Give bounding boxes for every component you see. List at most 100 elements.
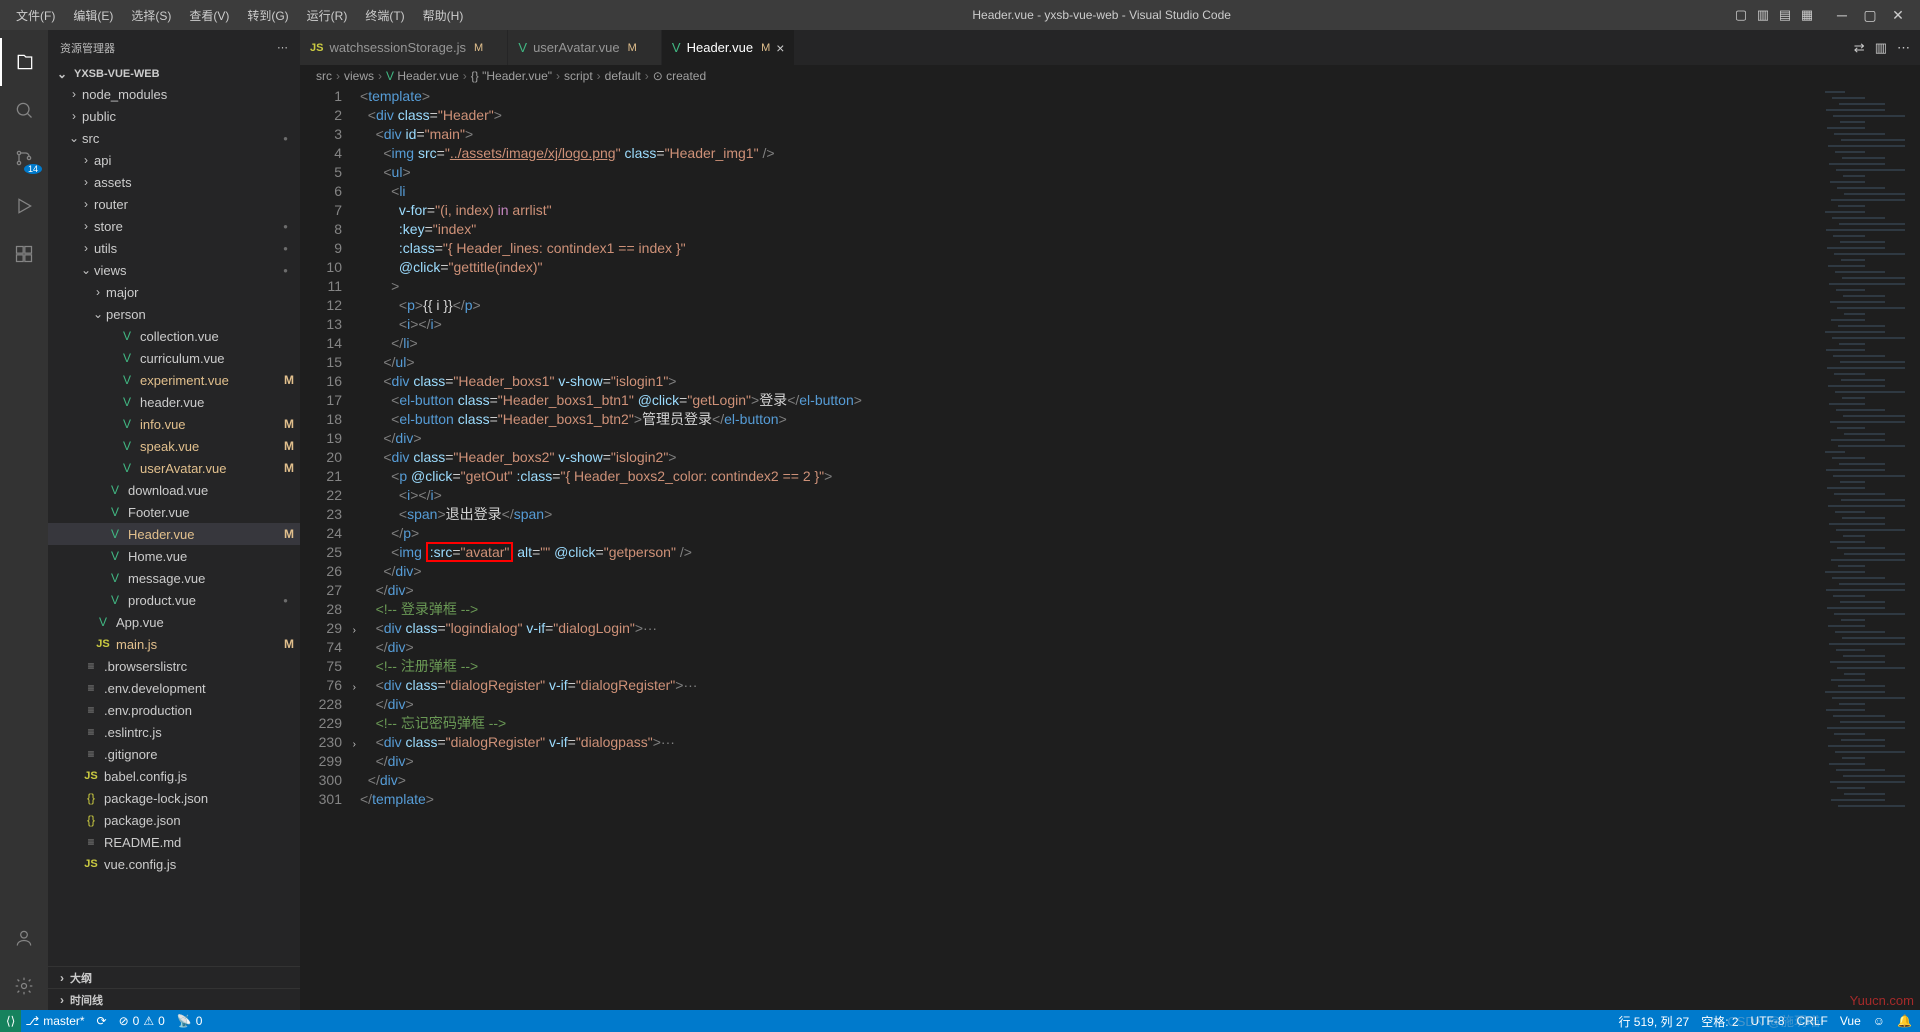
- file-item[interactable]: ≡.eslintrc.js: [48, 721, 300, 743]
- breadcrumb-item[interactable]: default: [605, 69, 641, 83]
- encoding[interactable]: UTF-8: [1751, 1014, 1785, 1028]
- file-item[interactable]: {}package-lock.json: [48, 787, 300, 809]
- breadcrumb-item[interactable]: script: [564, 69, 593, 83]
- cursor-position[interactable]: 行 519, 列 27: [1618, 1013, 1689, 1030]
- remote-indicator[interactable]: ⟨⟩: [0, 1010, 21, 1032]
- tree-label: experiment.vue: [140, 373, 292, 388]
- file-tree[interactable]: ›node_modules›public⌄src●›api›assets›rou…: [48, 83, 300, 966]
- file-item[interactable]: ≡.env.production: [48, 699, 300, 721]
- file-item[interactable]: JSmain.jsM: [48, 633, 300, 655]
- minimap[interactable]: [1820, 87, 1920, 1010]
- run-debug-icon[interactable]: [0, 182, 48, 230]
- menu-run[interactable]: 运行(R): [299, 3, 356, 28]
- folder-item[interactable]: ›assets: [48, 171, 300, 193]
- explorer-icon[interactable]: [0, 38, 48, 86]
- file-item[interactable]: VApp.vue: [48, 611, 300, 633]
- git-branch[interactable]: ⎇ master*: [25, 1014, 84, 1028]
- settings-icon[interactable]: [0, 962, 48, 1010]
- folder-item[interactable]: ›utils●: [48, 237, 300, 259]
- dirty-dot: ●: [283, 244, 288, 253]
- language-mode[interactable]: Vue: [1840, 1014, 1861, 1028]
- folder-item[interactable]: ⌄src●: [48, 127, 300, 149]
- menu-terminal[interactable]: 终端(T): [357, 3, 412, 28]
- fold-icon[interactable]: ›: [353, 621, 356, 640]
- tree-label: App.vue: [116, 615, 292, 630]
- fold-icon[interactable]: ›: [353, 678, 356, 697]
- folder-item[interactable]: ⌄person: [48, 303, 300, 325]
- split-editor-icon[interactable]: ▥: [1875, 40, 1887, 56]
- feedback-icon[interactable]: ☺: [1873, 1014, 1885, 1028]
- eol[interactable]: CRLF: [1797, 1014, 1828, 1028]
- project-root[interactable]: ⌄ YXSB-VUE-WEB: [48, 65, 300, 83]
- file-item[interactable]: VFooter.vue: [48, 501, 300, 523]
- file-item[interactable]: ≡.env.development: [48, 677, 300, 699]
- breadcrumb-item[interactable]: ⊙ created: [653, 69, 706, 83]
- tree-label: Header.vue: [128, 527, 292, 542]
- menu-view[interactable]: 查看(V): [181, 3, 237, 28]
- editor-tab[interactable]: JSwatchsessionStorage.jsM×: [300, 30, 508, 65]
- toggle-secondary-side-icon[interactable]: ▤: [1776, 6, 1794, 24]
- file-item[interactable]: VHome.vue: [48, 545, 300, 567]
- toggle-panel-icon[interactable]: ▥: [1754, 6, 1772, 24]
- editor-tab[interactable]: VHeader.vueM×: [662, 30, 796, 65]
- outline-panel[interactable]: › 大纲: [48, 966, 300, 988]
- breadcrumb-item[interactable]: src: [316, 69, 332, 83]
- folder-item[interactable]: ›router: [48, 193, 300, 215]
- compare-changes-icon[interactable]: ⇄: [1854, 40, 1865, 56]
- file-item[interactable]: JSvue.config.js: [48, 853, 300, 875]
- customize-layout-icon[interactable]: ▦: [1798, 6, 1816, 24]
- folder-item[interactable]: ›store●: [48, 215, 300, 237]
- file-item[interactable]: Vspeak.vueM: [48, 435, 300, 457]
- problems[interactable]: ⊘ 0 ⚠ 0: [119, 1014, 165, 1028]
- folder-item[interactable]: ›node_modules: [48, 83, 300, 105]
- sync-icon[interactable]: ⟳: [97, 1014, 107, 1028]
- menu-select[interactable]: 选择(S): [123, 3, 179, 28]
- more-actions-icon[interactable]: ⋯: [1897, 40, 1910, 56]
- menu-edit[interactable]: 编辑(E): [65, 3, 121, 28]
- file-item[interactable]: Vcollection.vue: [48, 325, 300, 347]
- close-icon[interactable]: ×: [776, 40, 784, 56]
- breadcrumb-item[interactable]: {} "Header.vue": [471, 69, 552, 83]
- timeline-panel[interactable]: › 时间线: [48, 988, 300, 1010]
- maximize-icon[interactable]: ▢: [1856, 3, 1884, 27]
- file-item[interactable]: Vcurriculum.vue: [48, 347, 300, 369]
- folder-item[interactable]: ›major: [48, 281, 300, 303]
- extensions-icon[interactable]: [0, 230, 48, 278]
- toggle-primary-side-icon[interactable]: ▢: [1732, 6, 1750, 24]
- breadcrumbs[interactable]: src›views›V Header.vue›{} "Header.vue"› …: [300, 65, 1920, 87]
- file-item[interactable]: Vheader.vue: [48, 391, 300, 413]
- folder-item[interactable]: ⌄views●: [48, 259, 300, 281]
- file-item[interactable]: ≡.gitignore: [48, 743, 300, 765]
- tree-label: speak.vue: [140, 439, 292, 454]
- menu-help[interactable]: 帮助(H): [415, 3, 472, 28]
- editor-tab[interactable]: VuserAvatar.vueM×: [508, 30, 662, 65]
- breadcrumb-item[interactable]: V Header.vue: [386, 69, 459, 83]
- code-view[interactable]: <template> <div class="Header"> <div id=…: [360, 87, 1820, 1010]
- file-item[interactable]: VHeader.vueM: [48, 523, 300, 545]
- file-item[interactable]: JSbabel.config.js: [48, 765, 300, 787]
- indentation[interactable]: 空格: 2: [1701, 1013, 1738, 1030]
- file-item[interactable]: ≡README.md: [48, 831, 300, 853]
- port-forward[interactable]: 📡 0: [177, 1014, 203, 1028]
- sidebar-more-icon[interactable]: ⋯: [277, 41, 288, 54]
- file-item[interactable]: Vexperiment.vueM: [48, 369, 300, 391]
- file-item[interactable]: Vproduct.vue●: [48, 589, 300, 611]
- file-item[interactable]: Vmessage.vue: [48, 567, 300, 589]
- menu-file[interactable]: 文件(F): [8, 3, 63, 28]
- folder-item[interactable]: ›api: [48, 149, 300, 171]
- minimize-icon[interactable]: ─: [1828, 3, 1856, 27]
- search-icon[interactable]: [0, 86, 48, 134]
- menu-go[interactable]: 转到(G): [239, 3, 296, 28]
- file-item[interactable]: Vinfo.vueM: [48, 413, 300, 435]
- close-icon[interactable]: ✕: [1884, 3, 1912, 27]
- file-item[interactable]: Vdownload.vue: [48, 479, 300, 501]
- file-item[interactable]: ≡.browserslistrc: [48, 655, 300, 677]
- breadcrumb-item[interactable]: views: [344, 69, 374, 83]
- notifications-icon[interactable]: 🔔: [1897, 1014, 1912, 1028]
- folder-item[interactable]: ›public: [48, 105, 300, 127]
- fold-icon[interactable]: ›: [353, 735, 356, 754]
- file-item[interactable]: {}package.json: [48, 809, 300, 831]
- accounts-icon[interactable]: [0, 914, 48, 962]
- source-control-icon[interactable]: 14: [0, 134, 48, 182]
- file-item[interactable]: VuserAvatar.vueM: [48, 457, 300, 479]
